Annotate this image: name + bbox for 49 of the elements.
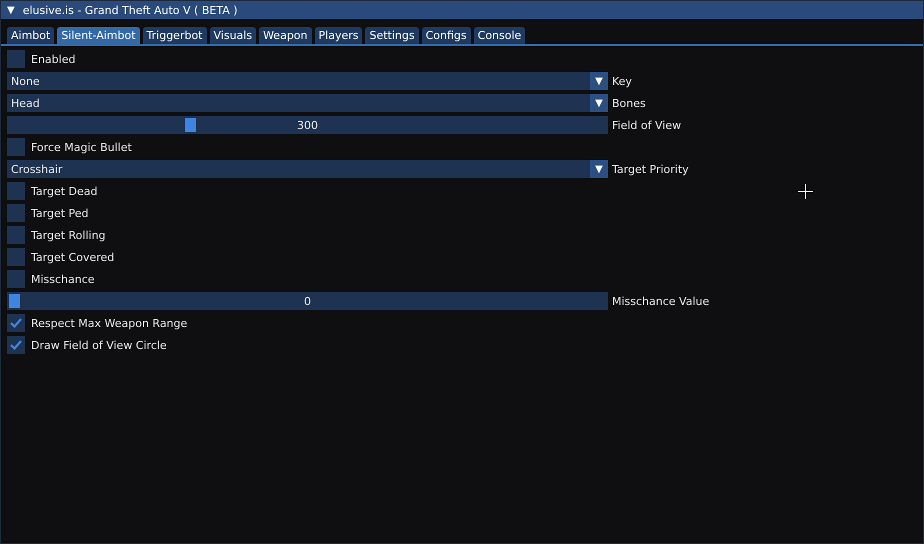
checkbox-label: Enabled bbox=[31, 52, 76, 66]
slider-value: 300 bbox=[297, 118, 318, 132]
dropdown-value: None bbox=[10, 74, 41, 88]
checkmark-icon bbox=[10, 340, 22, 350]
checkbox-label: Force Magic Bullet bbox=[31, 140, 132, 154]
checkbox[interactable] bbox=[7, 50, 25, 68]
dropdown[interactable]: Head ▼ bbox=[7, 94, 608, 112]
checkbox-label: Misschance bbox=[31, 272, 95, 286]
dropdown-label: Target Priority bbox=[612, 162, 689, 176]
dropdown-label: Key bbox=[612, 74, 632, 88]
checkbox[interactable] bbox=[7, 270, 25, 288]
checkbox[interactable] bbox=[7, 138, 25, 156]
tab[interactable]: Players bbox=[314, 27, 362, 44]
checkmark-icon bbox=[10, 318, 22, 328]
tab[interactable]: Configs bbox=[422, 27, 471, 44]
checkbox-label: Target Covered bbox=[31, 250, 114, 264]
checkbox-label: Target Ped bbox=[31, 206, 89, 220]
window-title: elusive.is - Grand Theft Auto V ( BETA ) bbox=[22, 4, 238, 16]
tab[interactable]: Console bbox=[474, 27, 526, 44]
tab[interactable]: Weapon bbox=[259, 27, 312, 44]
crosshair-cursor-icon bbox=[798, 184, 813, 199]
checkbox[interactable] bbox=[7, 204, 25, 222]
slider-label: Misschance Value bbox=[612, 294, 710, 308]
checkbox[interactable] bbox=[7, 226, 25, 244]
checkbox-label: Respect Max Weapon Range bbox=[31, 316, 188, 330]
slider-thumb[interactable] bbox=[9, 294, 20, 308]
dropdown[interactable]: None ▼ bbox=[7, 72, 608, 90]
checkbox[interactable] bbox=[7, 182, 25, 200]
slider[interactable]: 300 bbox=[7, 116, 608, 134]
tab[interactable]: Triggerbot bbox=[142, 27, 206, 44]
tab[interactable]: Settings bbox=[365, 27, 419, 44]
checkbox-label: Target Dead bbox=[31, 184, 98, 198]
slider-value: 0 bbox=[304, 294, 311, 308]
collapse-arrow[interactable]: ▼ bbox=[7, 4, 15, 16]
checkbox[interactable] bbox=[7, 314, 25, 332]
dropdown-value: Crosshair bbox=[10, 162, 64, 176]
tab[interactable]: Aimbot bbox=[7, 27, 54, 44]
dropdown-label: Bones bbox=[612, 96, 646, 110]
dropdown-value: Head bbox=[10, 96, 41, 110]
checkbox-label: Draw Field of View Circle bbox=[31, 338, 167, 352]
dropdown[interactable]: Crosshair ▼ bbox=[7, 160, 608, 178]
checkbox[interactable] bbox=[7, 248, 25, 266]
slider-label: Field of View bbox=[612, 118, 682, 132]
slider-thumb[interactable] bbox=[184, 118, 196, 132]
tab[interactable]: Silent-Aimbot bbox=[57, 27, 140, 44]
checkbox[interactable] bbox=[7, 336, 25, 354]
checkbox-label: Target Rolling bbox=[31, 228, 106, 242]
slider[interactable]: 0 bbox=[7, 292, 608, 310]
tab[interactable]: Visuals bbox=[210, 27, 256, 44]
